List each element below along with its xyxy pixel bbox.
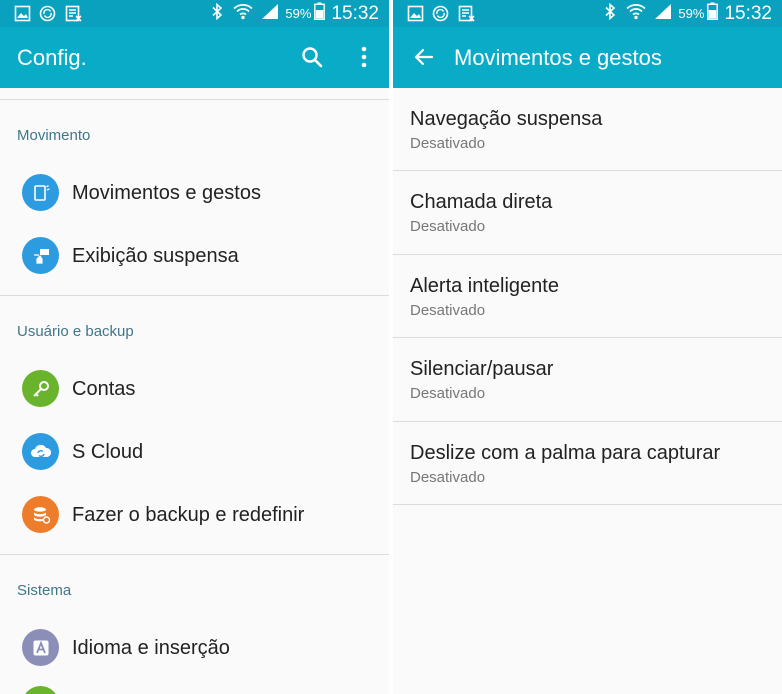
menu-item-label: Contas (72, 378, 136, 400)
status-right: 59% 15:32 (211, 0, 379, 27)
app-bar: Config. (0, 27, 389, 88)
back-arrow-icon[interactable] (407, 40, 441, 74)
battery-percent: 59% (678, 6, 705, 21)
battery-icon (314, 2, 326, 25)
menu-item-s-cloud[interactable]: S Cloud (0, 422, 389, 480)
settings-panel: 59% 15:32 Config. Movimento Movimentos e… (0, 0, 389, 694)
signal-icon (654, 3, 672, 25)
cloud-icon (22, 433, 59, 470)
setting-summary: Desativado (410, 218, 486, 235)
key-icon (22, 370, 59, 407)
partial-menu-icon (22, 686, 59, 694)
setting-silenciar-pausar[interactable]: Silenciar/pausar Desativado (393, 338, 782, 421)
status-right: 59% 15:32 (604, 0, 772, 27)
menu-item-movimentos-e-gestos[interactable]: Movimentos e gestos (0, 163, 389, 221)
setting-deslize-palma-capturar[interactable]: Deslize com a palma para capturar Desati… (393, 422, 782, 505)
divider (0, 295, 389, 296)
language-icon (22, 629, 59, 666)
battery-icon (707, 2, 719, 25)
gallery-icon (14, 5, 31, 27)
section-header-sistema: Sistema (17, 582, 72, 599)
gallery-icon (407, 5, 424, 27)
menu-item-label: S Cloud (72, 441, 144, 463)
setting-title: Chamada direta (410, 191, 553, 213)
wifi-icon (233, 3, 254, 25)
menu-item-exibicao-suspensa[interactable]: Exibição suspensa (0, 226, 389, 284)
setting-title: Silenciar/pausar (410, 358, 554, 380)
setting-summary: Desativado (410, 302, 486, 319)
section-header-usuario-e-backup: Usuário e backup (17, 323, 134, 340)
setting-title: Navegação suspensa (410, 108, 603, 130)
more-vert-icon[interactable] (347, 40, 381, 74)
backup-icon (22, 496, 59, 533)
setting-alerta-inteligente[interactable]: Alerta inteligente Desativado (393, 255, 782, 338)
setting-navegacao-suspensa[interactable]: Navegação suspensa Desativado (393, 88, 782, 171)
setting-chamada-direta[interactable]: Chamada direta Desativado (393, 171, 782, 254)
status-bar: 59% 15:32 (393, 0, 782, 27)
menu-item-label: Fazer o backup e redefinir (72, 504, 305, 526)
menu-item-label: Idioma e inserção (72, 637, 230, 659)
status-bar: 59% 15:32 (0, 0, 389, 27)
bluetooth-icon (211, 2, 223, 25)
page-title: Config. (17, 45, 87, 70)
setting-summary: Desativado (410, 469, 486, 486)
menu-item-backup-redefinir[interactable]: Fazer o backup e redefinir (0, 485, 389, 543)
menu-item-label: Exibição suspensa (72, 245, 239, 267)
battery-percent: 59% (285, 6, 312, 21)
menu-item-label: Movimentos e gestos (72, 182, 261, 204)
sync-icon (39, 5, 56, 27)
clock: 15:32 (331, 2, 379, 24)
divider (393, 504, 782, 505)
wifi-icon (626, 3, 647, 25)
setting-title: Deslize com a palma para capturar (410, 442, 721, 464)
menu-item-idioma-e-insercao[interactable]: Idioma e inserção (0, 618, 389, 676)
page-title: Movimentos e gestos (454, 45, 662, 70)
bluetooth-icon (604, 2, 616, 25)
app-bar: Movimentos e gestos (393, 27, 782, 88)
menu-item-contas[interactable]: Contas (0, 359, 389, 417)
air-view-icon (22, 237, 59, 274)
clock: 15:32 (724, 2, 772, 24)
motions-gestures-panel: 59% 15:32 Movimentos e gestos Navegação … (393, 0, 782, 694)
signal-icon (261, 3, 279, 25)
sync-icon (432, 5, 449, 27)
setting-summary: Desativado (410, 135, 486, 152)
divider (0, 99, 389, 100)
sheet-icon (458, 5, 475, 27)
divider (0, 554, 389, 555)
section-header-movimento: Movimento (17, 127, 91, 144)
setting-title: Alerta inteligente (410, 275, 559, 297)
search-icon[interactable] (295, 40, 329, 74)
motion-icon (22, 174, 59, 211)
sheet-icon (65, 5, 82, 27)
setting-summary: Desativado (410, 385, 486, 402)
